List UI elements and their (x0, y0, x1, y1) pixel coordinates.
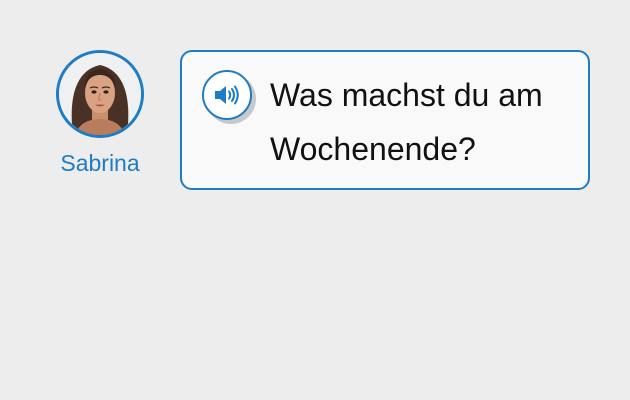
speaker-volume-icon (215, 85, 239, 105)
avatar (56, 50, 144, 138)
speaker-name: Sabrina (60, 150, 140, 176)
person-portrait-icon (59, 53, 141, 135)
play-audio-button[interactable] (202, 70, 252, 120)
speech-bubble: Was machst du am Wochenende? (180, 50, 590, 190)
speaker-block: Sabrina (52, 50, 148, 178)
prompt-text: Was machst du am Wochenende? (270, 77, 543, 167)
